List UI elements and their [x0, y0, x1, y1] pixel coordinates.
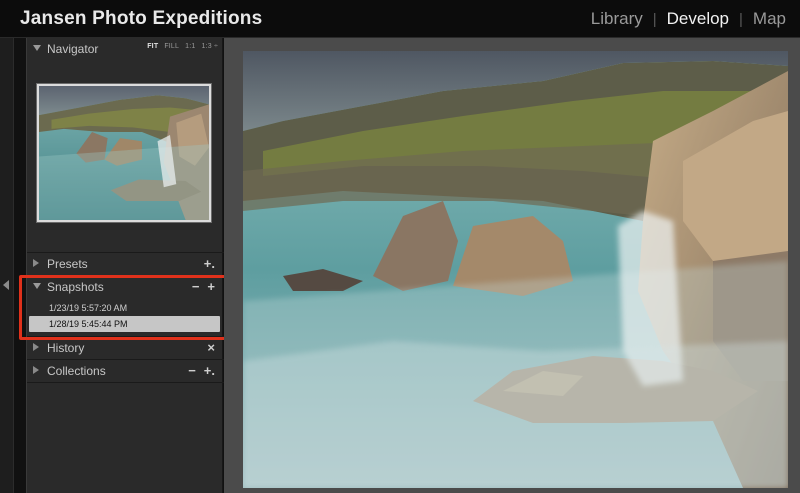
navigator-header[interactable]: Navigator FIT FILL 1:1 1:3 ÷: [27, 38, 224, 60]
identity-plate: Jansen Photo Expeditions: [20, 8, 263, 29]
collections-actions: − +.: [188, 363, 215, 378]
module-map[interactable]: Map: [753, 9, 786, 29]
disclosure-right-icon: [33, 343, 39, 351]
panel-divider: [27, 382, 224, 383]
history-header[interactable]: History ×: [27, 337, 224, 359]
presets-header[interactable]: Presets +.: [27, 253, 224, 275]
navigator-preview[interactable]: [36, 83, 212, 223]
zoom-options: FIT FILL 1:1 1:3 ÷: [147, 43, 218, 50]
presets-title: Presets: [47, 257, 88, 271]
presets-actions: +.: [204, 256, 215, 271]
history-actions: ×: [207, 340, 215, 355]
main-image-area: [224, 38, 800, 493]
zoom-1-3[interactable]: 1:3 ÷: [201, 43, 218, 50]
left-panel-edge[interactable]: [0, 38, 14, 493]
add-preset-icon[interactable]: +.: [204, 256, 215, 271]
zoom-fill[interactable]: FILL: [164, 43, 179, 50]
module-picker: Library | Develop | Map: [591, 9, 786, 29]
collections-title: Collections: [47, 364, 106, 378]
disclosure-down-icon: [33, 45, 41, 51]
snapshots-highlight-box: [19, 275, 234, 340]
zoom-fit[interactable]: FIT: [147, 43, 158, 50]
module-library[interactable]: Library: [591, 9, 643, 29]
left-panel: Navigator FIT FILL 1:1 1:3 ÷ Presets +. …: [26, 38, 224, 493]
add-collection-icon[interactable]: +.: [204, 363, 215, 378]
collections-header[interactable]: Collections − +.: [27, 360, 224, 382]
disclosure-right-icon: [33, 366, 39, 374]
module-separator: |: [652, 10, 657, 28]
collapse-left-icon[interactable]: [3, 280, 9, 290]
top-bar: Jansen Photo Expeditions Library | Devel…: [0, 0, 800, 38]
clear-history-icon[interactable]: ×: [207, 340, 215, 355]
history-title: History: [47, 341, 85, 355]
module-develop[interactable]: Develop: [667, 9, 729, 29]
navigator-title: Navigator: [47, 42, 99, 56]
remove-collection-icon[interactable]: −: [188, 363, 196, 378]
zoom-1-1[interactable]: 1:1: [185, 43, 195, 50]
module-separator: |: [739, 10, 743, 28]
disclosure-right-icon: [33, 259, 39, 267]
photo-canvas[interactable]: [243, 51, 788, 488]
navigator-thumbnail: [39, 86, 209, 220]
